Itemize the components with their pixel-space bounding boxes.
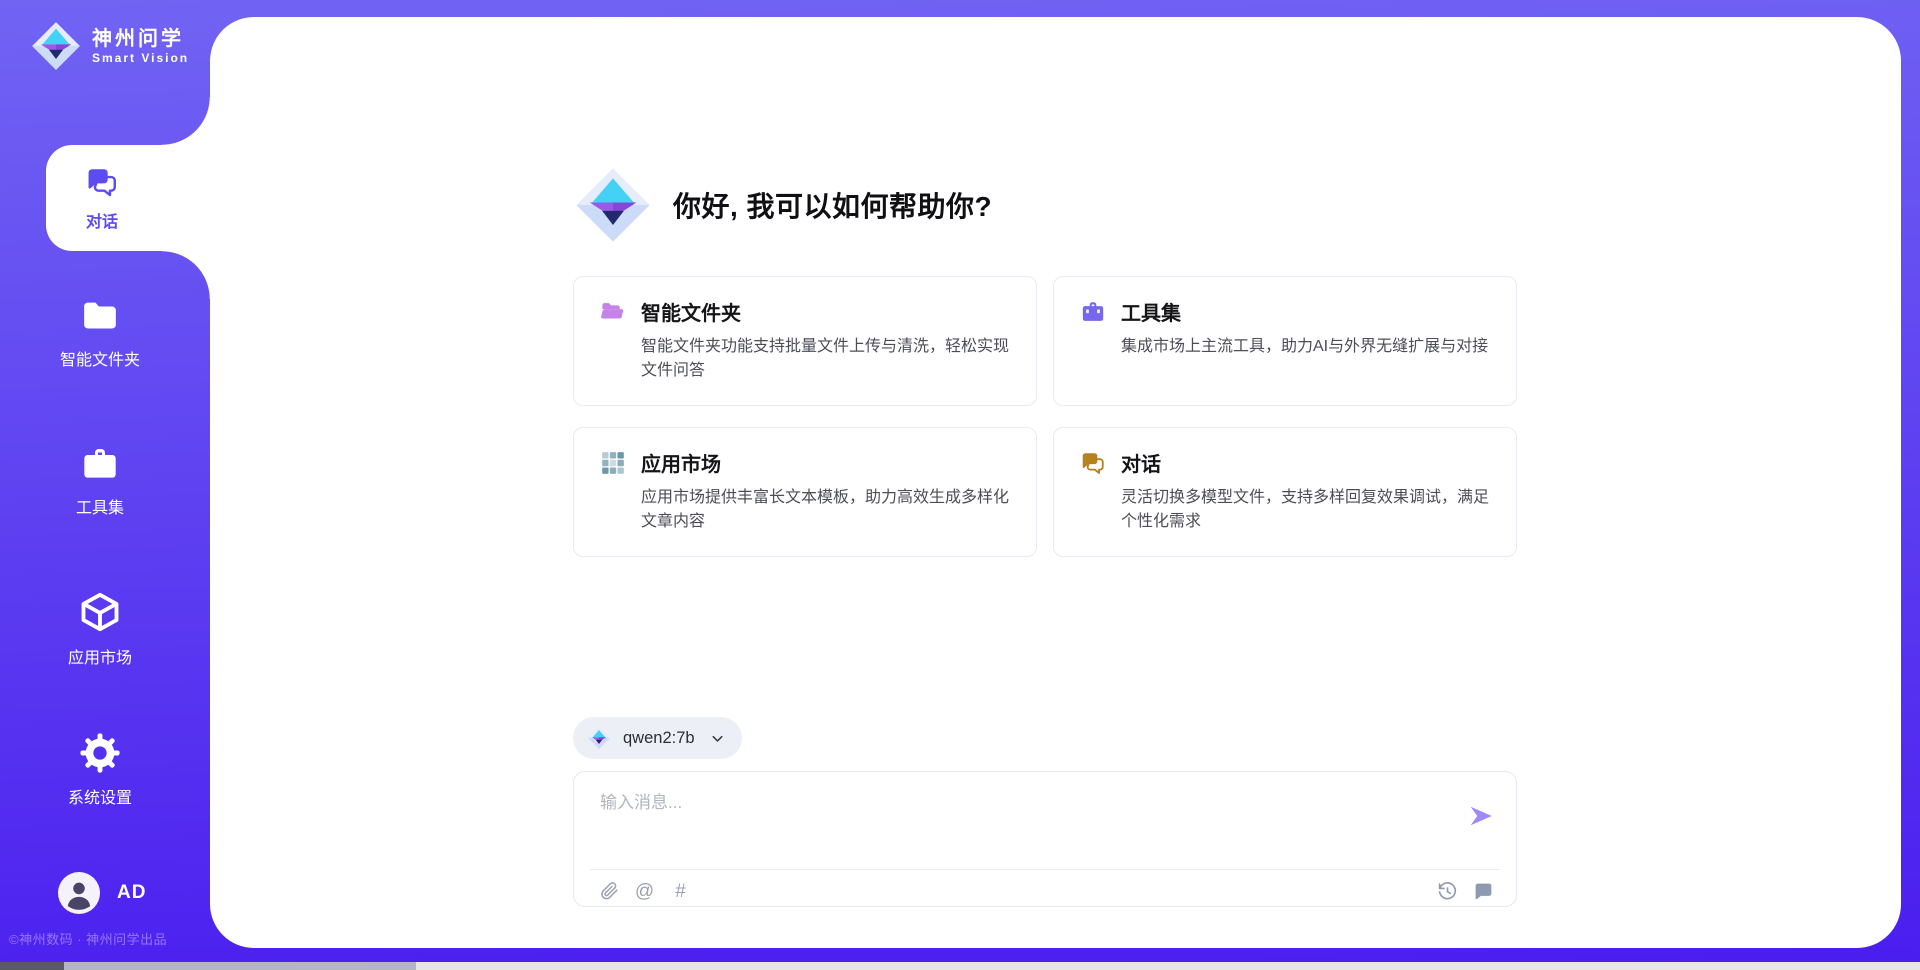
- hash-glyph: #: [675, 882, 686, 901]
- send-arrow-icon[interactable]: [1468, 803, 1494, 829]
- model-name: qwen2:7b: [623, 729, 695, 748]
- folder-icon: [80, 296, 120, 336]
- at-glyph: @: [635, 882, 654, 901]
- card-title: 对话: [1121, 448, 1490, 477]
- feature-cards: 智能文件夹 智能文件夹功能支持批量文件上传与清洗，轻松实现文件问答 工具集 集成…: [573, 276, 1517, 557]
- card-description: 智能文件夹功能支持批量文件上传与清洗，轻松实现文件问答: [641, 335, 1010, 383]
- avatar: [58, 872, 100, 914]
- user-name: AD: [117, 882, 146, 904]
- card-app-market[interactable]: 应用市场 应用市场提供丰富长文本模板，助力高效生成多样化文章内容: [573, 427, 1037, 557]
- at-icon[interactable]: @: [634, 881, 655, 902]
- paperclip-icon[interactable]: [598, 881, 619, 902]
- comment-icon[interactable]: [1473, 881, 1494, 902]
- toolbox-icon: [1080, 299, 1106, 325]
- gear-icon: [79, 732, 121, 774]
- brand: 神州问学 Smart Vision: [30, 20, 189, 72]
- message-input[interactable]: [598, 786, 1438, 858]
- card-chat[interactable]: 对话 灵活切换多模型文件，支持多样回复效果调试，满足个性化需求: [1053, 427, 1517, 557]
- chevron-down-icon: [709, 730, 726, 747]
- sidebar-item-chat-active[interactable]: 对话: [46, 145, 210, 251]
- card-title: 工具集: [1121, 297, 1488, 326]
- sidebar-item-label: 系统设置: [68, 784, 132, 808]
- copyright-text: ©神州数码 · 神州问学出品: [9, 929, 167, 948]
- hash-icon[interactable]: #: [670, 881, 691, 902]
- sidebar-item-settings[interactable]: 系统设置: [0, 732, 200, 808]
- chat-bubbles-icon: [85, 165, 119, 199]
- history-icon[interactable]: [1437, 881, 1458, 902]
- message-composer: @ #: [573, 771, 1517, 907]
- card-description: 灵活切换多模型文件，支持多样回复效果调试，满足个性化需求: [1121, 486, 1490, 534]
- sidebar: 神州问学 Smart Vision 对话 智能文件夹 工具集 应用市场 系统设置: [0, 0, 210, 970]
- scrollbar-corner: [0, 962, 64, 970]
- card-description: 集成市场上主流工具，助力AI与外界无缝扩展与对接: [1121, 335, 1488, 359]
- card-description: 应用市场提供丰富长文本模板，助力高效生成多样化文章内容: [641, 486, 1010, 534]
- diamond-logo-icon: [573, 165, 653, 245]
- chat-bubbles-icon: [1080, 450, 1106, 476]
- diamond-logo-icon: [587, 726, 611, 750]
- composer-divider: [590, 869, 1500, 870]
- model-selector[interactable]: qwen2:7b: [573, 717, 742, 759]
- horizontal-scrollbar[interactable]: [0, 962, 1920, 970]
- card-smart-folder[interactable]: 智能文件夹 智能文件夹功能支持批量文件上传与清洗，轻松实现文件问答: [573, 276, 1037, 406]
- toolbox-icon: [80, 444, 120, 484]
- greeting-title: 你好, 我可以如何帮助你?: [673, 185, 992, 225]
- card-title: 智能文件夹: [641, 297, 1010, 326]
- greeting-block: 你好, 我可以如何帮助你?: [573, 165, 992, 245]
- sidebar-item-tools[interactable]: 工具集: [0, 444, 200, 518]
- grid-cube-icon: [600, 450, 626, 476]
- card-toolset[interactable]: 工具集 集成市场上主流工具，助力AI与外界无缝扩展与对接: [1053, 276, 1517, 406]
- composer-toolbar: @ #: [598, 877, 1494, 905]
- folder-open-icon: [600, 299, 626, 325]
- scrollbar-thumb[interactable]: [64, 962, 416, 970]
- card-title: 应用市场: [641, 448, 1010, 477]
- brand-name: 神州问学: [92, 28, 189, 51]
- brand-diamond-logo-icon: [30, 20, 82, 72]
- sidebar-item-label: 对话: [86, 208, 118, 232]
- sidebar-item-label: 应用市场: [68, 644, 132, 668]
- cube-icon: [78, 590, 122, 634]
- person-avatar-icon: [58, 872, 100, 914]
- sidebar-item-label: 智能文件夹: [60, 346, 140, 370]
- user-profile[interactable]: AD: [58, 872, 146, 914]
- brand-subtitle: Smart Vision: [92, 51, 189, 65]
- main-content: 你好, 我可以如何帮助你? 智能文件夹 智能文件夹功能支持批量文件上传与清洗，轻…: [210, 17, 1901, 948]
- sidebar-item-market[interactable]: 应用市场: [0, 590, 200, 668]
- sidebar-item-label: 工具集: [76, 494, 124, 518]
- sidebar-item-folders[interactable]: 智能文件夹: [0, 296, 200, 370]
